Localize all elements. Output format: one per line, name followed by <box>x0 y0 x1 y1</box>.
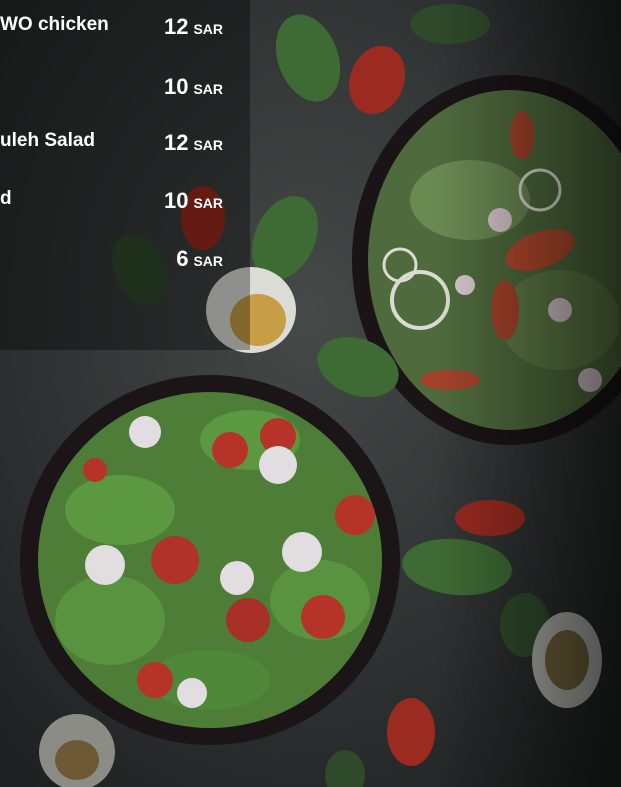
menu-item-price: 6 SAR <box>176 246 223 272</box>
menu-item[interactable]: d 10 SAR <box>0 188 240 218</box>
price-value: 10 <box>163 188 189 213</box>
menu-item-name: uleh Salad <box>0 130 96 151</box>
price-value: 12 <box>163 130 189 155</box>
menu-item[interactable]: uleh Salad 12 SAR <box>0 130 240 160</box>
menu-item-price: 12 SAR <box>164 130 223 156</box>
currency-label: SAR <box>193 253 223 269</box>
salad-background-photo <box>0 0 621 787</box>
currency-label: SAR <box>193 195 223 211</box>
menu-item-name: d <box>0 188 12 209</box>
price-value: 6 <box>176 246 189 271</box>
menu-item-price: 12 SAR <box>164 14 223 40</box>
currency-label: SAR <box>193 81 223 97</box>
menu-item[interactable]: 6 SAR <box>0 246 240 276</box>
currency-label: SAR <box>193 137 223 153</box>
menu-item-name: WO chicken <box>0 14 109 35</box>
menu-item-price: 10 SAR <box>164 74 223 100</box>
menu-item-price: 10 SAR <box>164 188 223 214</box>
currency-label: SAR <box>193 21 223 37</box>
menu-item[interactable]: WO chicken 12 SAR <box>0 14 240 44</box>
price-value: 12 <box>163 14 189 39</box>
price-value: 10 <box>163 74 189 99</box>
menu-item[interactable]: 10 SAR <box>0 74 240 104</box>
